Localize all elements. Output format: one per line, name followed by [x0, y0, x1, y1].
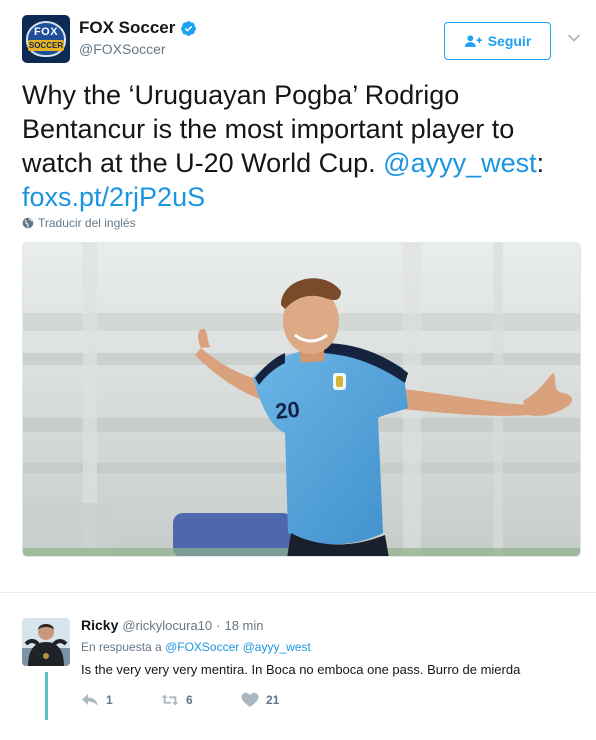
reply-icon — [82, 694, 98, 706]
add-user-icon — [464, 35, 482, 47]
retweet-count: 6 — [186, 693, 193, 707]
jersey-number: 20 — [274, 397, 301, 424]
display-name-row: FOX Soccer — [79, 18, 197, 38]
reply-handle[interactable]: @rickylocura10 — [122, 618, 212, 633]
reply-to-prefix: En respuesta a — [81, 640, 166, 654]
tweet-text: Why the ‘Uruguayan Pogba’ Rodrigo Bentan… — [22, 78, 577, 214]
reply-timestamp[interactable]: 18 min — [224, 618, 263, 633]
reply-count: 1 — [106, 693, 113, 707]
reply-display-name[interactable]: Ricky — [81, 617, 118, 633]
reply-text: Is the very very very mentira. In Boca n… — [81, 662, 521, 677]
reply-separator: · — [216, 618, 221, 633]
tweet-header: FOX SOCCER FOX Soccer @FOXSoccer Seguir — [0, 0, 596, 70]
section-divider — [0, 592, 596, 593]
follow-button-label: Seguir — [487, 33, 532, 49]
heart-icon — [241, 692, 259, 707]
thread-line — [45, 672, 48, 720]
like-count: 21 — [266, 693, 280, 707]
mention-link[interactable]: @ayyy_west — [383, 148, 536, 178]
tweet-url-link[interactable]: foxs.pt/2rjP2uS — [22, 182, 205, 212]
translate-label: Traducir del inglés — [38, 216, 136, 230]
verified-badge-icon — [181, 20, 197, 36]
translate-link[interactable]: Traducir del inglés — [22, 216, 136, 230]
reply-avatar-photo — [22, 618, 70, 666]
player-celebration-image: 20 — [23, 243, 580, 556]
reply-header: Ricky @rickylocura10 · 18 min — [81, 617, 264, 633]
fox-soccer-avatar[interactable]: FOX SOCCER — [22, 15, 70, 63]
chevron-down-icon[interactable] — [567, 33, 581, 43]
reply-action-button[interactable]: 1 — [81, 692, 113, 708]
like-action-button[interactable]: 21 — [241, 692, 279, 708]
retweet-icon — [161, 694, 179, 706]
tweet-photo[interactable]: 20 — [22, 242, 581, 557]
follow-button[interactable]: Seguir — [444, 22, 551, 60]
reply-to-user-ayyy-west[interactable]: @ayyy_west — [243, 640, 311, 654]
globe-icon — [22, 217, 34, 229]
display-name[interactable]: FOX Soccer — [79, 18, 175, 38]
tweet-colon: : — [536, 148, 545, 178]
avatar-logo-soccer-text: SOCCER — [28, 40, 64, 51]
reply-user-avatar[interactable] — [22, 618, 70, 666]
reply-to-user-foxsoccer[interactable]: @FOXSoccer — [165, 640, 239, 654]
avatar-logo-fox-text: FOX — [33, 26, 59, 38]
account-handle[interactable]: @FOXSoccer — [79, 41, 166, 57]
retweet-action-button[interactable]: 6 — [161, 692, 193, 708]
reply-context: En respuesta a @FOXSoccer @ayyy_west — [81, 640, 311, 654]
